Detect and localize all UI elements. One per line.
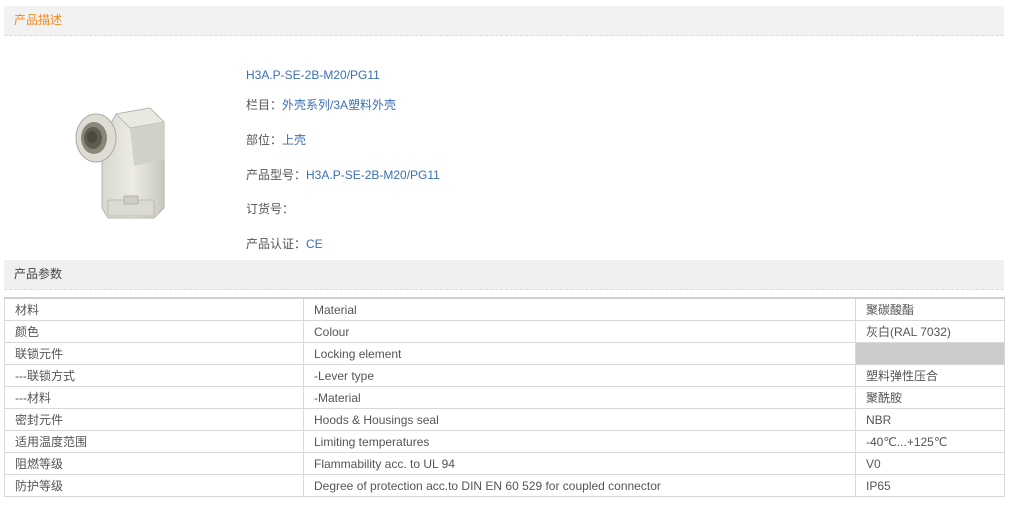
table-row: 防护等级 Degree of protection acc.to DIN EN … <box>4 474 1005 497</box>
param-value: 聚酰胺 <box>855 386 1005 409</box>
product-name[interactable]: H3A.P-SE-2B-M20/PG11 <box>246 68 380 82</box>
category-label: 栏目： <box>246 98 283 112</box>
product-params-header: 产品参数 <box>4 260 1004 290</box>
cert-link[interactable]: CE <box>306 237 323 251</box>
order-row: 订货号： <box>246 200 294 217</box>
param-name-cn: 材料 <box>4 297 304 321</box>
param-value <box>855 342 1005 365</box>
cert-label: 产品认证： <box>246 237 307 251</box>
product-params-title: 产品参数 <box>14 267 63 281</box>
table-row: 密封元件 Hoods & Housings seal NBR <box>4 408 1005 431</box>
category-row: 栏目：外壳系列/3A塑料外壳 <box>246 96 396 113</box>
param-value: -40℃...+125℃ <box>855 430 1005 453</box>
params-table: 材料 Material 聚碳酸酯 颜色 Colour 灰白(RAL 7032) … <box>4 297 1005 497</box>
table-row: ---材料 -Material 聚酰胺 <box>4 386 1005 409</box>
table-row: 颜色 Colour 灰白(RAL 7032) <box>4 320 1005 343</box>
param-name-cn: 密封元件 <box>4 408 304 431</box>
param-name-cn: 防护等级 <box>4 474 304 497</box>
table-row: 联锁元件 Locking element <box>4 342 1005 365</box>
product-image <box>75 107 165 219</box>
model-link[interactable]: H3A.P-SE-2B-M20/PG11 <box>306 168 440 182</box>
param-value: IP65 <box>855 474 1005 497</box>
param-name-en: Colour <box>303 320 856 343</box>
category-link[interactable]: 外壳系列/3A塑料外壳 <box>282 98 396 112</box>
product-description-header: 产品描述 <box>4 6 1004 36</box>
param-name-cn: ---联锁方式 <box>4 364 304 387</box>
param-name-cn: 颜色 <box>4 320 304 343</box>
param-name-cn: 阻燃等级 <box>4 452 304 475</box>
part-row: 部位：上壳 <box>246 131 306 148</box>
param-name-cn: ---材料 <box>4 386 304 409</box>
part-link[interactable]: 上壳 <box>282 133 306 147</box>
param-name-cn: 适用温度范围 <box>4 430 304 453</box>
order-label: 订货号： <box>246 202 295 216</box>
product-description-title: 产品描述 <box>14 13 63 27</box>
param-name-en: Flammability acc. to UL 94 <box>303 452 856 475</box>
param-value: 塑料弹性压合 <box>855 364 1005 387</box>
param-value: V0 <box>855 452 1005 475</box>
param-name-en: Limiting temperatures <box>303 430 856 453</box>
table-row: 材料 Material 聚碳酸酯 <box>4 297 1005 321</box>
param-name-en: Hoods & Housings seal <box>303 408 856 431</box>
table-row: 阻燃等级 Flammability acc. to UL 94 V0 <box>4 452 1005 475</box>
cert-row: 产品认证：CE <box>246 235 323 252</box>
model-label: 产品型号： <box>246 168 307 182</box>
part-label: 部位： <box>246 133 283 147</box>
param-name-en: -Lever type <box>303 364 856 387</box>
model-row: 产品型号：H3A.P-SE-2B-M20/PG11 <box>246 166 440 183</box>
param-name-en: -Material <box>303 386 856 409</box>
param-name-en: Locking element <box>303 342 856 365</box>
param-value: NBR <box>855 408 1005 431</box>
param-name-en: Material <box>303 297 856 321</box>
table-row: 适用温度范围 Limiting temperatures -40℃...+125… <box>4 430 1005 453</box>
param-name-en: Degree of protection acc.to DIN EN 60 52… <box>303 474 856 497</box>
param-name-cn: 联锁元件 <box>4 342 304 365</box>
param-value: 聚碳酸酯 <box>855 297 1005 321</box>
table-row: ---联锁方式 -Lever type 塑料弹性压合 <box>4 364 1005 387</box>
param-value: 灰白(RAL 7032) <box>855 320 1005 343</box>
